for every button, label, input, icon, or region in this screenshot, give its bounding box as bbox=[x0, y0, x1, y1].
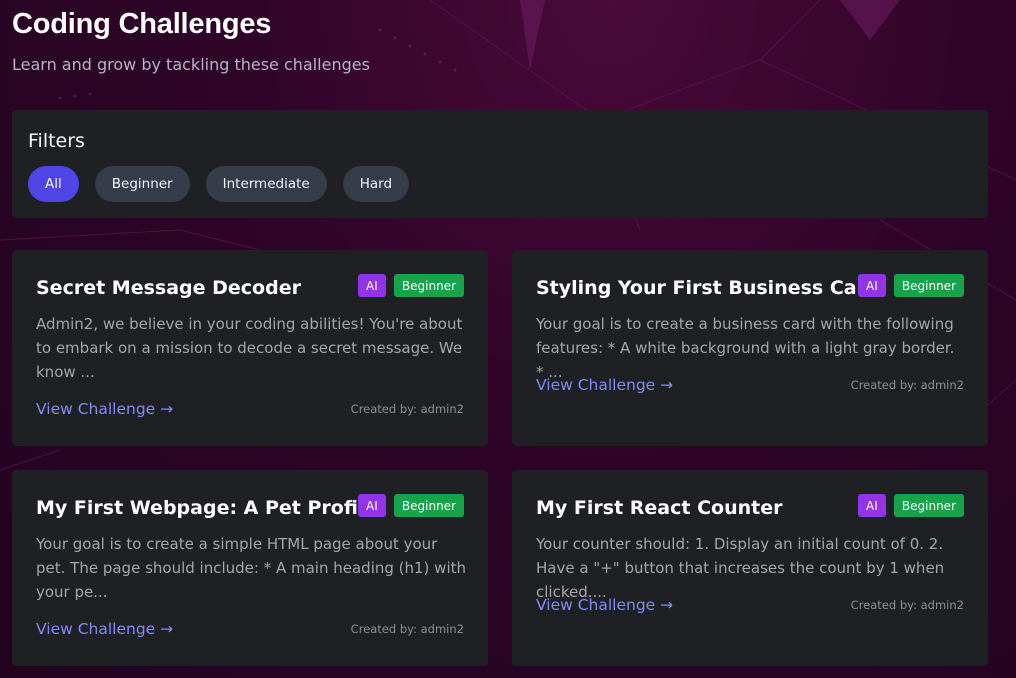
created-by-label: Created by: admin2 bbox=[350, 402, 464, 416]
filter-beginner-button[interactable]: Beginner bbox=[94, 166, 190, 202]
card-footer: View Challenge → Created by: admin2 bbox=[36, 620, 464, 638]
card-footer: View Challenge → Created by: admin2 bbox=[536, 596, 964, 614]
created-by-label: Created by: admin2 bbox=[850, 598, 964, 612]
card-footer: View Challenge → Created by: admin2 bbox=[536, 376, 964, 394]
filters-panel: Filters All Beginner Intermediate Hard bbox=[12, 110, 988, 218]
challenge-card: Secret Message Decoder AI Beginner Admin… bbox=[12, 250, 488, 446]
filter-chip-group: All Beginner Intermediate Hard bbox=[28, 166, 410, 202]
filters-heading: Filters bbox=[28, 130, 85, 152]
challenge-card: Styling Your First Business Card AI Begi… bbox=[512, 250, 988, 446]
page-subtitle: Learn and grow by tackling these challen… bbox=[12, 55, 370, 74]
difficulty-badge: Beginner bbox=[893, 274, 964, 297]
page-title: Coding Challenges bbox=[12, 8, 272, 40]
challenge-description: Your goal is to create a simple HTML pag… bbox=[36, 535, 466, 601]
challenge-title: My First Webpage: A Pet Profile bbox=[36, 497, 378, 519]
created-by-label: Created by: admin2 bbox=[850, 378, 964, 392]
view-challenge-link[interactable]: View Challenge → bbox=[36, 620, 173, 638]
ai-badge: AI bbox=[857, 494, 886, 517]
badge-group: AI Beginner bbox=[857, 274, 964, 297]
filter-all-button[interactable]: All bbox=[28, 166, 79, 202]
difficulty-badge: Beginner bbox=[393, 494, 464, 517]
challenge-title: My First React Counter bbox=[536, 497, 783, 519]
badge-group: AI Beginner bbox=[357, 274, 464, 297]
view-challenge-link[interactable]: View Challenge → bbox=[536, 596, 673, 614]
badge-group: AI Beginner bbox=[857, 494, 964, 517]
filter-hard-button[interactable]: Hard bbox=[342, 166, 410, 202]
difficulty-badge: Beginner bbox=[393, 274, 464, 297]
challenge-title: Secret Message Decoder bbox=[36, 277, 301, 299]
challenge-title: Styling Your First Business Card bbox=[536, 277, 880, 299]
filter-intermediate-button[interactable]: Intermediate bbox=[205, 166, 327, 202]
badge-group: AI Beginner bbox=[357, 494, 464, 517]
view-challenge-link[interactable]: View Challenge → bbox=[536, 376, 673, 394]
ai-badge: AI bbox=[857, 274, 886, 297]
created-by-label: Created by: admin2 bbox=[350, 622, 464, 636]
challenge-description: Your counter should: 1. Display an initi… bbox=[536, 535, 945, 601]
ai-badge: AI bbox=[357, 274, 386, 297]
card-footer: View Challenge → Created by: admin2 bbox=[36, 400, 464, 418]
difficulty-badge: Beginner bbox=[893, 494, 964, 517]
challenge-card: My First React Counter AI Beginner Your … bbox=[512, 470, 988, 666]
challenge-card: My First Webpage: A Pet Profile AI Begin… bbox=[12, 470, 488, 666]
ai-badge: AI bbox=[357, 494, 386, 517]
challenge-description: Admin2, we believe in your coding abilit… bbox=[36, 315, 463, 381]
view-challenge-link[interactable]: View Challenge → bbox=[36, 400, 173, 418]
challenge-description: Your goal is to create a business card w… bbox=[536, 315, 955, 381]
